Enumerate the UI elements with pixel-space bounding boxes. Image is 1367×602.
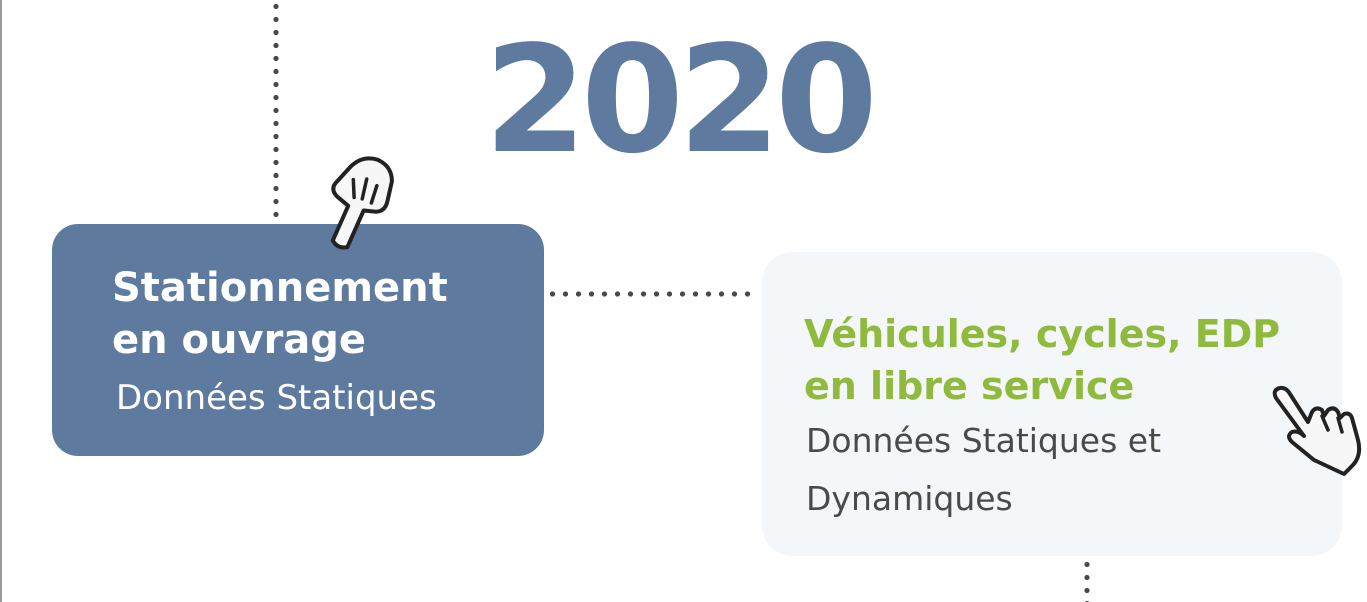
card-vehicules-libre-service[interactable]: Véhicules, cycles, EDP en libre service … [762, 252, 1342, 556]
card-title-line-1: Stationnement [112, 265, 448, 311]
card-title: Véhicules, cycles, EDP en libre service [804, 308, 1280, 412]
card-title-line-2: en ouvrage [112, 317, 367, 363]
timeline-connector-top [273, 0, 279, 218]
timeline-connector-horizontal [546, 291, 758, 297]
timeline-year-heading: 2020 [484, 14, 878, 186]
pointing-hand-icon [330, 156, 394, 250]
card-title: Stationnement en ouvrage [112, 262, 448, 366]
card-stationnement-ouvrage[interactable]: Stationnement en ouvrage Données Statiqu… [52, 224, 544, 456]
pointing-hand-icon [1272, 385, 1362, 476]
card-subtitle-line-1: Données Statiques et [806, 421, 1162, 460]
page-left-border [0, 0, 2, 602]
card-subtitle: Données Statiques et Dynamiques [806, 412, 1161, 528]
card-title-line-2: en libre service [804, 364, 1135, 408]
timeline-connector-bottom [1084, 558, 1090, 602]
card-title-line-1: Véhicules, cycles, EDP [804, 312, 1281, 356]
card-subtitle: Données Statiques [116, 378, 437, 418]
card-subtitle-line-2: Dynamiques [806, 479, 1013, 518]
